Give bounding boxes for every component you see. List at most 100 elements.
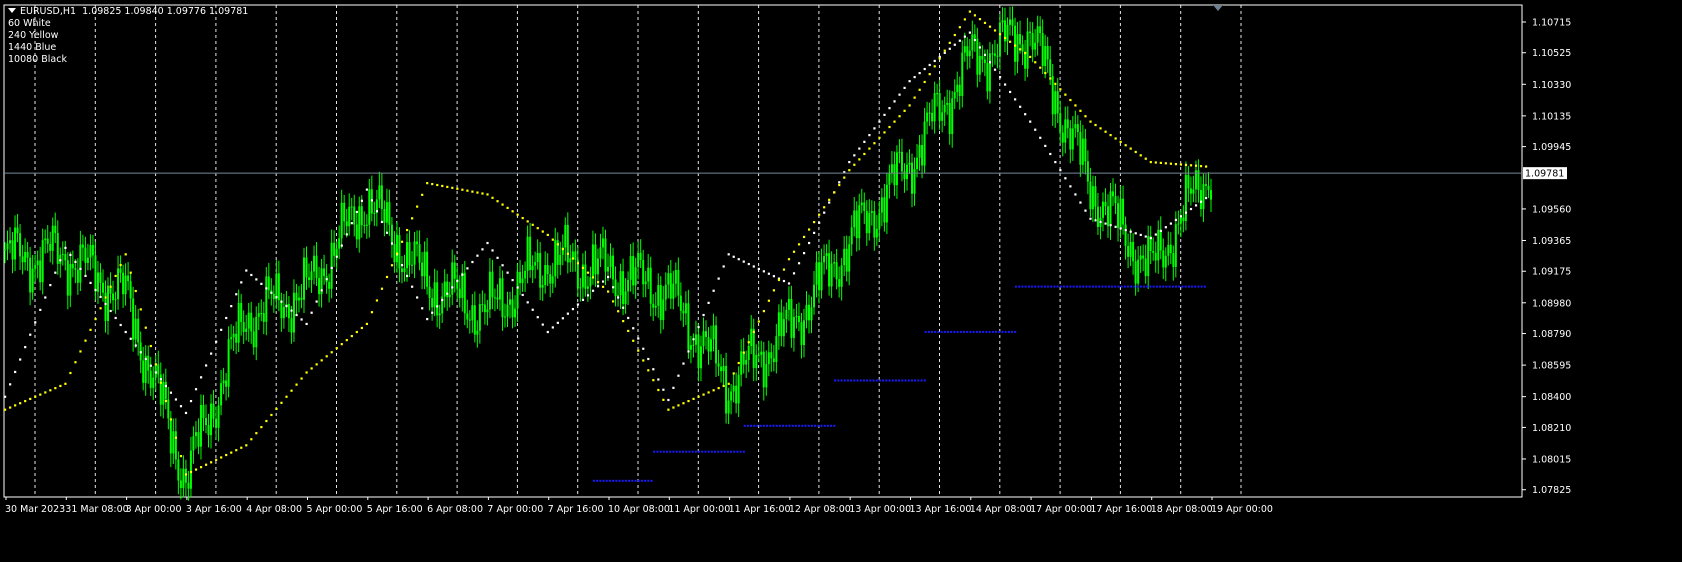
- candle-body: [453, 262, 456, 279]
- psar-dot: [34, 321, 37, 324]
- candle-body: [584, 264, 587, 289]
- psar-dot: [1047, 285, 1050, 288]
- candle-body: [895, 152, 898, 186]
- psar-dot: [1184, 285, 1187, 288]
- candle-body: [167, 399, 170, 419]
- psar-dot: [491, 196, 494, 199]
- x-tick-label: 3 Apr 16:00: [186, 504, 242, 515]
- psar-dot: [848, 169, 851, 172]
- psar-dot: [988, 25, 992, 28]
- psar-dot: [9, 406, 12, 409]
- candle-body: [1172, 253, 1175, 267]
- psar-dot: [657, 388, 660, 392]
- psar-dot: [159, 378, 162, 381]
- candle-body: [1134, 261, 1137, 284]
- psar-dot: [285, 305, 288, 308]
- candle-body: [767, 352, 770, 365]
- symbol-header[interactable]: EURUSD,H1 1.09825 1.09840 1.09776 1.0978…: [8, 6, 248, 18]
- psar-dot: [1149, 237, 1152, 240]
- psar-dot: [1165, 285, 1168, 288]
- psar-dot: [637, 337, 640, 340]
- candle-body: [541, 285, 544, 288]
- psar-dot: [335, 347, 338, 350]
- psar-dot: [1029, 55, 1032, 58]
- dropdown-triangle-icon[interactable]: [8, 8, 16, 13]
- candle-body: [152, 377, 155, 388]
- price-chart[interactable]: 30 Mar 2023 31 Mar 08:00 3 Apr 00:00 3 Apr …: [0, 0, 1682, 558]
- psar-dot: [109, 309, 112, 313]
- psar-dot: [290, 309, 293, 312]
- psar-dot: [1099, 127, 1102, 130]
- legend-item-240: 240 Yellow: [8, 30, 59, 41]
- psar-dot: [848, 160, 851, 164]
- candle-body: [99, 272, 102, 283]
- psar-dot: [933, 59, 936, 63]
- candle-body: [659, 285, 662, 321]
- candle-body: [1189, 188, 1192, 194]
- candle-body: [936, 93, 939, 95]
- candle-body: [416, 241, 419, 245]
- psar-dot: [290, 389, 293, 392]
- psar-dot: [1018, 285, 1021, 288]
- candle-body: [79, 244, 82, 283]
- psar-dot: [943, 330, 946, 333]
- candle-body: [848, 244, 851, 272]
- psar-dot: [950, 330, 953, 333]
- psar-dot: [1204, 196, 1208, 200]
- candle-body: [853, 210, 856, 228]
- psar-dot: [1079, 201, 1082, 204]
- y-tick-label: 1.10135: [1532, 111, 1571, 122]
- psar-dot: [767, 272, 770, 275]
- candle-body: [1074, 124, 1077, 129]
- candle-body: [212, 403, 215, 419]
- psar-dot: [230, 305, 233, 308]
- psar-dot: [1049, 77, 1052, 80]
- candle-body: [921, 144, 924, 166]
- psar-dot: [762, 310, 765, 313]
- psar-dot: [571, 257, 575, 260]
- psar-dot: [885, 379, 888, 382]
- psar-dot: [717, 387, 720, 390]
- candle-body: [951, 98, 954, 134]
- psar-dot: [19, 402, 22, 405]
- candle-body: [418, 244, 421, 263]
- psar-dot: [838, 183, 841, 187]
- candle-body: [406, 242, 408, 269]
- psar-dot: [225, 316, 228, 320]
- candle-body: [6, 243, 9, 250]
- psar-dot: [350, 334, 353, 338]
- candle-body: [946, 102, 949, 105]
- x-tick-label: 17 Apr 00:00: [1030, 504, 1092, 515]
- candle-body: [596, 258, 599, 275]
- psar-dot: [943, 51, 946, 54]
- psar-dot: [975, 330, 978, 333]
- psar-dot: [878, 120, 881, 123]
- candle-body: [498, 278, 501, 300]
- candle-body: [697, 334, 700, 369]
- y-tick-label: 1.08015: [1532, 454, 1571, 465]
- candle-body: [963, 46, 966, 53]
- psar-dot: [985, 330, 988, 333]
- candle-body: [840, 265, 843, 287]
- candle-body: [242, 322, 245, 332]
- psar-dot: [4, 408, 7, 411]
- x-tick-label: 31 Mar 08:00: [65, 504, 128, 515]
- candle-body: [730, 391, 733, 401]
- candle-body: [571, 251, 574, 259]
- psar-dot: [436, 183, 439, 187]
- chart-canvas[interactable]: 30 Mar 2023 31 Mar 08:003 Apr 00:00 3 Apr …: [0, 0, 1682, 558]
- psar-dot: [666, 450, 669, 453]
- psar-dot: [891, 379, 894, 382]
- candle-body: [1137, 259, 1140, 284]
- psar-dot: [1189, 207, 1193, 211]
- candle-body: [740, 351, 743, 375]
- candle-body: [345, 221, 348, 227]
- candle-body: [154, 364, 157, 378]
- psar-dot: [1031, 285, 1034, 288]
- candle-body: [1094, 186, 1097, 207]
- psar-dot: [14, 404, 17, 407]
- psar-dot: [44, 391, 47, 394]
- psar-dot: [481, 192, 484, 195]
- psar-dot: [632, 339, 635, 342]
- candle-body: [687, 303, 690, 350]
